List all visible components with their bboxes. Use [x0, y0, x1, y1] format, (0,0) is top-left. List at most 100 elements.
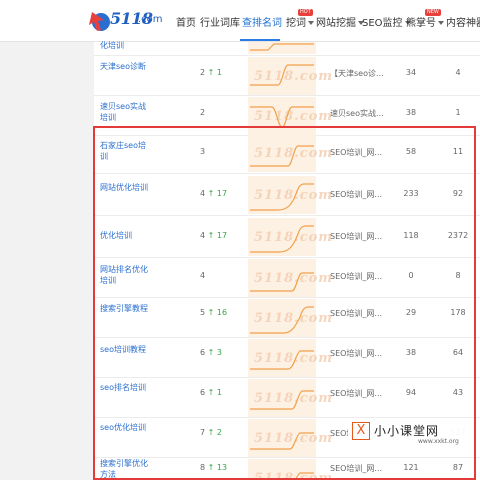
- keyword-link[interactable]: 速贝seo实战培训: [100, 101, 152, 123]
- page-title[interactable]: 速贝seo实战...: [330, 108, 390, 119]
- trend-chart: 5118.com: [248, 299, 332, 337]
- hot-badge: HOT: [298, 9, 313, 16]
- trend-line: [250, 306, 314, 334]
- table-row: 石家庄seo培训 3 5118.com SEO培训_网... 58 11: [94, 132, 480, 174]
- table-row: 优化培训 4 ↑ 17 5118.com SEO培训_网... 118 2372: [94, 216, 480, 258]
- count-value: 43: [452, 388, 464, 397]
- trend-chart: 5118.com: [248, 57, 332, 95]
- trend-chart: [248, 42, 316, 54]
- page-title[interactable]: SEO培训_网...: [330, 388, 390, 399]
- index-value: 233: [403, 189, 419, 198]
- rank-change: 13: [216, 463, 228, 472]
- nav-xiongzhang[interactable]: 熊掌号: [406, 14, 444, 29]
- table-row: 速贝seo实战培训 2 5118.com 速贝seo实战... 38 1: [94, 96, 480, 136]
- up-arrow-icon: ↑: [207, 388, 215, 397]
- keyword-link[interactable]: seo优化培训: [100, 422, 152, 433]
- site-watermark: X 小小课堂网 www.xxkt.org: [348, 418, 474, 448]
- rank-change: 1: [216, 68, 222, 77]
- nav-industry-lexicon[interactable]: 行业词库: [200, 14, 240, 29]
- watermark-logo-icon: X: [352, 422, 370, 440]
- page-title[interactable]: SEO培训_网...: [330, 463, 390, 474]
- index-value: 118: [403, 231, 419, 240]
- nav-site-mining[interactable]: 网站挖掘: [316, 14, 364, 29]
- up-arrow-icon: ↑: [207, 231, 215, 240]
- trend-chart: 5118.com: [248, 259, 332, 297]
- nav-xiongzhang-label: 熊掌号: [406, 18, 436, 29]
- trend-chart: 5118.com: [248, 419, 332, 457]
- count-value: 87: [452, 463, 464, 472]
- index-value: 121: [403, 463, 419, 472]
- page-title[interactable]: SEO培训_网...: [330, 271, 390, 282]
- index-value: 29: [405, 308, 417, 317]
- nav-seo-monitor[interactable]: SEO监控: [362, 14, 411, 29]
- trend-chart: 5118.com: [248, 176, 332, 214]
- nav-rank-keywords[interactable]: 查排名词: [242, 14, 282, 29]
- index-value: 58: [405, 147, 417, 156]
- keyword-link[interactable]: 化培训: [100, 40, 152, 51]
- trend-line: [294, 472, 314, 480]
- up-arrow-icon: ↑: [207, 348, 215, 357]
- count-value: 64: [452, 348, 464, 357]
- table-row: 网站排名优化培训 4 5118.com SEO培训_网... 0 8: [94, 258, 480, 298]
- page-title[interactable]: SEO培训_网...: [330, 308, 390, 319]
- trend-line: [250, 225, 314, 253]
- trend-chart: 5118.com: [248, 134, 332, 172]
- trend-line: [250, 145, 314, 167]
- rank-value: 4: [200, 231, 206, 240]
- chevron-down-icon: [308, 21, 314, 25]
- nav-seo-monitor-label: SEO监控: [362, 18, 403, 29]
- trend-line: [250, 106, 314, 128]
- table-row: 化培训: [94, 40, 480, 56]
- up-arrow-icon: ↑: [207, 68, 215, 77]
- rank-value: 2: [200, 68, 206, 77]
- keyword-link[interactable]: seo培训教程: [100, 344, 152, 355]
- rank-value: 2: [200, 108, 206, 117]
- up-arrow-icon: ↑: [207, 463, 215, 472]
- index-value: 94: [405, 388, 417, 397]
- nav-dig-words[interactable]: 挖词: [286, 14, 314, 29]
- top-navbar: 5118 .com 首页 行业词库 查排名词 挖词 HOT 网站挖掘 SEO监控…: [0, 0, 480, 42]
- trend-line: [250, 350, 314, 370]
- index-value: 0: [408, 271, 414, 280]
- page-title[interactable]: SEO培训_网...: [330, 348, 390, 359]
- active-tab-underline: [240, 39, 280, 41]
- index-value: 34: [405, 68, 417, 77]
- trend-chart: 5118.com: [248, 218, 332, 256]
- left-margin: [0, 42, 94, 480]
- table-row: 天津seo诊断 2 ↑ 1 5118.com 【天津seo诊... 34 4: [94, 56, 480, 96]
- trend-line: [250, 272, 314, 292]
- rank-change: 17: [216, 231, 228, 240]
- keyword-link[interactable]: 网站排名优化培训: [100, 264, 152, 286]
- page-title[interactable]: 【天津seo诊...: [330, 68, 390, 79]
- trend-chart: 5118.com: [248, 459, 332, 480]
- count-value: 8: [455, 271, 461, 280]
- keyword-link[interactable]: 石家庄seo培训: [100, 140, 152, 162]
- nav-site-mining-label: 网站挖掘: [316, 18, 356, 29]
- table-row: seo培训教程 6 ↑ 3 5118.com SEO培训_网... 38 64: [94, 338, 480, 378]
- keyword-link[interactable]: 搜索引擎优化方法: [100, 458, 152, 480]
- keyword-link[interactable]: 天津seo诊断: [100, 61, 152, 72]
- trend-line: [250, 43, 314, 51]
- table-row: 搜索引擎教程 5 ↑ 16 5118.com SEO培训_网... 29 178: [94, 298, 480, 338]
- nav-home[interactable]: 首页: [176, 14, 196, 29]
- keyword-link[interactable]: 搜索引擎教程: [100, 303, 152, 314]
- site-logo[interactable]: 5118 .com: [88, 8, 174, 34]
- watermark-url: www.xxkt.org: [418, 438, 459, 445]
- chevron-down-icon: [438, 21, 444, 25]
- rank-change: 1: [216, 388, 222, 397]
- page-title[interactable]: SEO培训_网...: [330, 189, 390, 200]
- up-arrow-icon: ↑: [207, 428, 215, 437]
- trend-chart: 5118.com: [248, 339, 332, 377]
- keyword-link[interactable]: 优化培训: [100, 230, 152, 241]
- rank-keywords-table: 化培训 天津seo诊断 2 ↑ 1 5118.com 【天津seo诊... 34…: [94, 40, 480, 480]
- keyword-link[interactable]: 网站优化培训: [100, 182, 152, 193]
- rank-value: 6: [200, 388, 206, 397]
- rank-value: 4: [200, 271, 206, 280]
- count-value: 92: [452, 189, 464, 198]
- page-title[interactable]: SEO培训_网...: [330, 231, 390, 242]
- keyword-link[interactable]: seo排名培训: [100, 382, 152, 393]
- page-title[interactable]: SEO培训_网...: [330, 147, 390, 158]
- rank-change: 3: [216, 348, 222, 357]
- nav-content-tool[interactable]: 内容神器: [446, 14, 480, 29]
- trend-line: [250, 432, 314, 450]
